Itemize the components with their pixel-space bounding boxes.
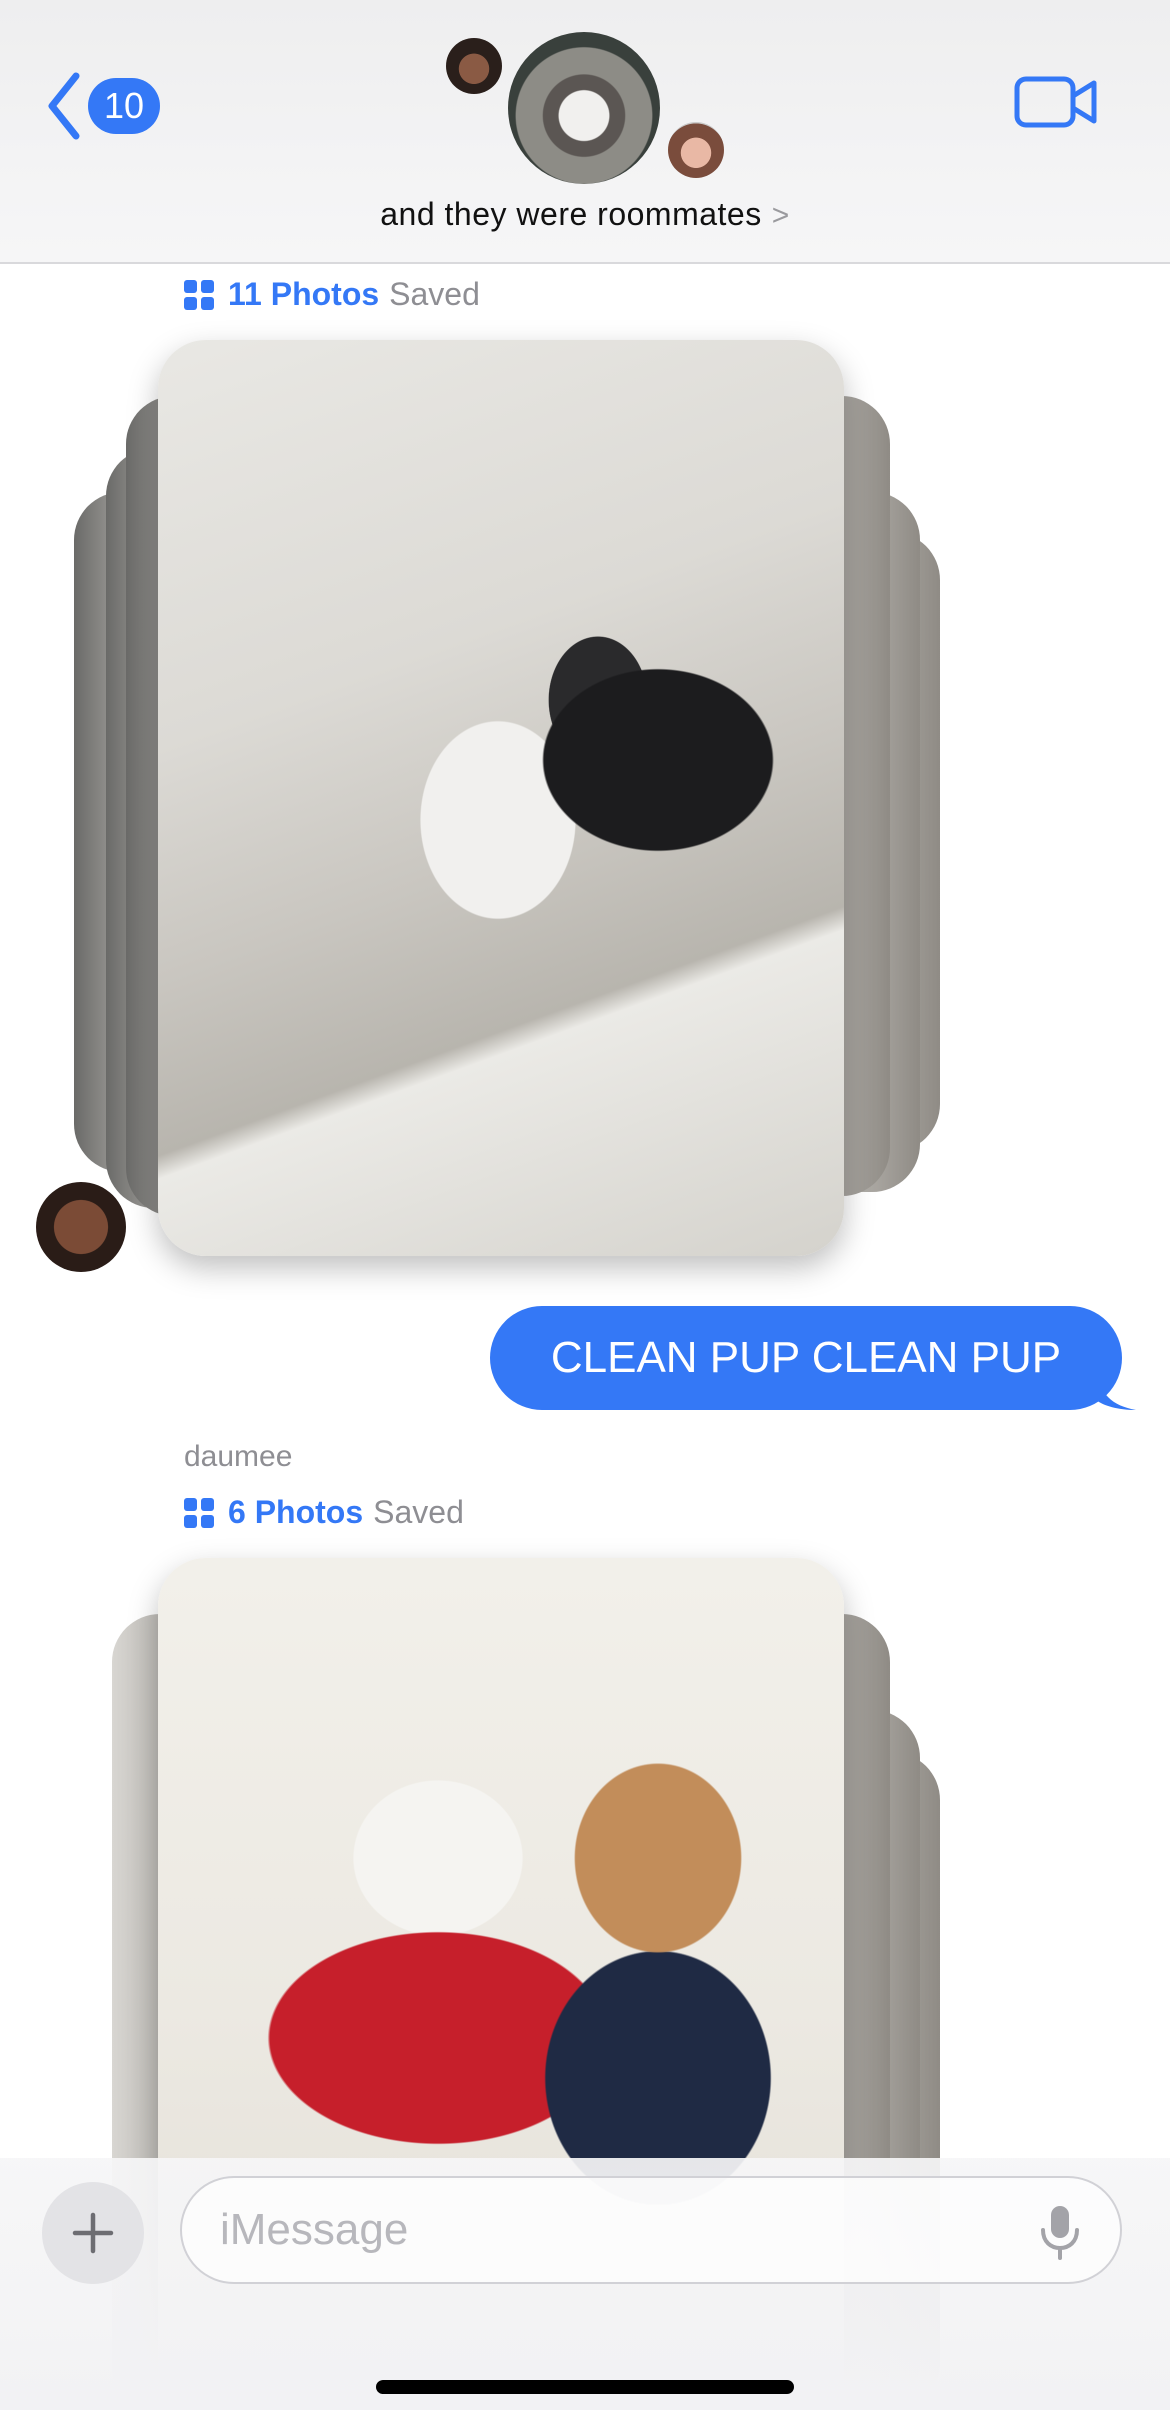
conversation-header: 10 and they were roommates > xyxy=(0,0,1170,264)
plus-icon xyxy=(72,2212,114,2254)
back-button[interactable]: 10 xyxy=(44,66,161,146)
photo-count: 6 Photos xyxy=(228,1494,364,1530)
sender-name: daumee xyxy=(184,1440,293,1473)
group-name-button[interactable]: and they were roommates > xyxy=(0,196,1170,233)
back-chevron-icon xyxy=(48,72,80,140)
saved-status: Saved xyxy=(389,276,480,312)
home-indicator[interactable] xyxy=(376,2380,794,2394)
member-avatar-right[interactable] xyxy=(668,122,724,178)
outgoing-message-bubble[interactable]: CLEAN PUP CLEAN PUP xyxy=(490,1306,1122,1410)
sender-avatar[interactable] xyxy=(36,1182,126,1272)
photo-stack-label-2[interactable]: 6 Photos Saved xyxy=(184,1494,464,1531)
microphone-icon[interactable] xyxy=(1038,2204,1082,2260)
compose-bar xyxy=(0,2158,1170,2410)
chevron-right-icon: > xyxy=(771,199,790,232)
saved-status: Saved xyxy=(373,1494,464,1530)
member-avatar-left[interactable] xyxy=(446,38,502,94)
apps-button[interactable] xyxy=(42,2182,144,2284)
photo-grid-icon xyxy=(184,1497,214,1528)
message-input-box[interactable] xyxy=(180,2176,1122,2284)
group-avatar[interactable] xyxy=(508,32,660,184)
photo-grid-icon xyxy=(184,279,214,310)
group-name: and they were roommates xyxy=(380,196,762,232)
dog-bath-photo[interactable] xyxy=(158,340,844,1256)
bubble-tail xyxy=(1096,1370,1136,1410)
message-input[interactable] xyxy=(220,2178,1020,2282)
photo-count: 11 Photos xyxy=(228,276,380,312)
video-camera-icon[interactable] xyxy=(1014,74,1098,130)
unread-count-badge: 10 xyxy=(88,78,161,134)
photo-stack-label-1[interactable]: 11 Photos Saved xyxy=(184,276,480,313)
